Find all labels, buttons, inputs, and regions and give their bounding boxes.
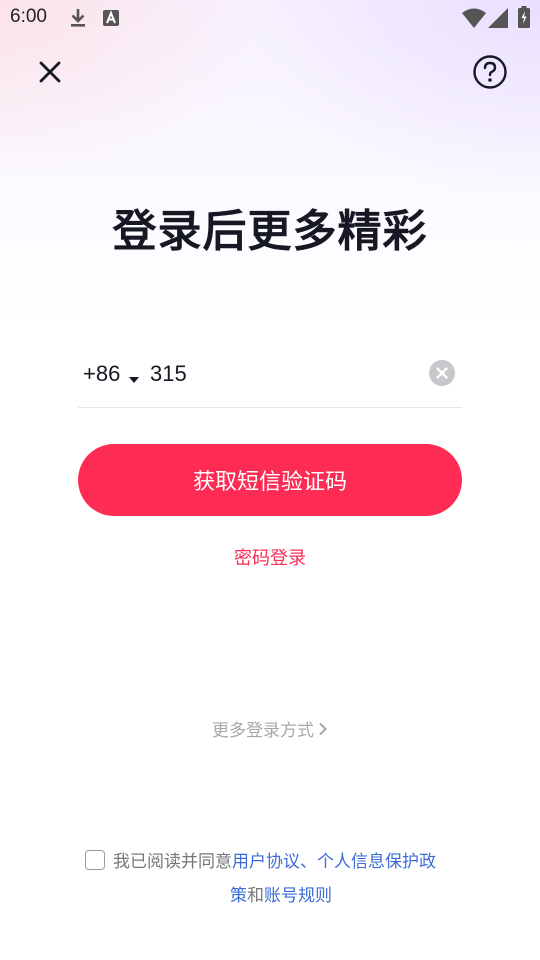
agreement-text: 我已阅读并同意用户协议、个人信息保护政 策和账号规则	[112, 845, 472, 913]
account-rules-link[interactable]: 账号规则	[264, 886, 332, 906]
agreement-checkbox[interactable]	[85, 850, 105, 870]
agreement-prefix: 我已阅读并同意	[113, 852, 232, 872]
agreement-separator: 、	[300, 852, 317, 872]
signal-icon	[488, 8, 508, 32]
download-icon	[68, 7, 88, 33]
battery-charging-icon	[518, 6, 530, 32]
phone-input-row: +86	[78, 350, 462, 408]
privacy-policy-link[interactable]: 个人信息保护政	[317, 852, 436, 872]
page-title: 登录后更多精彩	[112, 206, 428, 257]
status-bar: 6:00	[0, 0, 540, 36]
clear-input-icon	[429, 360, 455, 386]
help-button[interactable]	[470, 52, 510, 92]
country-code-selector[interactable]: +86	[83, 361, 120, 387]
chevron-right-icon	[318, 721, 328, 741]
more-login-methods-link[interactable]: 更多登录方式	[0, 716, 540, 741]
clear-input-button[interactable]	[428, 359, 456, 387]
get-sms-code-button[interactable]: 获取短信验证码	[78, 444, 462, 516]
caret-down-icon[interactable]	[128, 369, 140, 388]
close-button[interactable]	[32, 54, 68, 90]
text-a-icon	[102, 9, 120, 31]
phone-number-input[interactable]	[150, 358, 420, 390]
close-icon	[39, 61, 61, 83]
password-login-link[interactable]: 密码登录	[0, 544, 540, 570]
agreement-conjunction: 和	[247, 886, 264, 906]
privacy-policy-link-cont[interactable]: 策	[230, 886, 247, 906]
more-login-methods-label: 更多登录方式	[212, 721, 314, 741]
help-circle-icon	[473, 55, 507, 89]
user-agreement-link[interactable]: 用户协议	[232, 852, 300, 872]
wifi-icon	[462, 8, 486, 32]
status-time: 6:00	[10, 6, 47, 27]
header-background-gradient	[0, 0, 540, 330]
